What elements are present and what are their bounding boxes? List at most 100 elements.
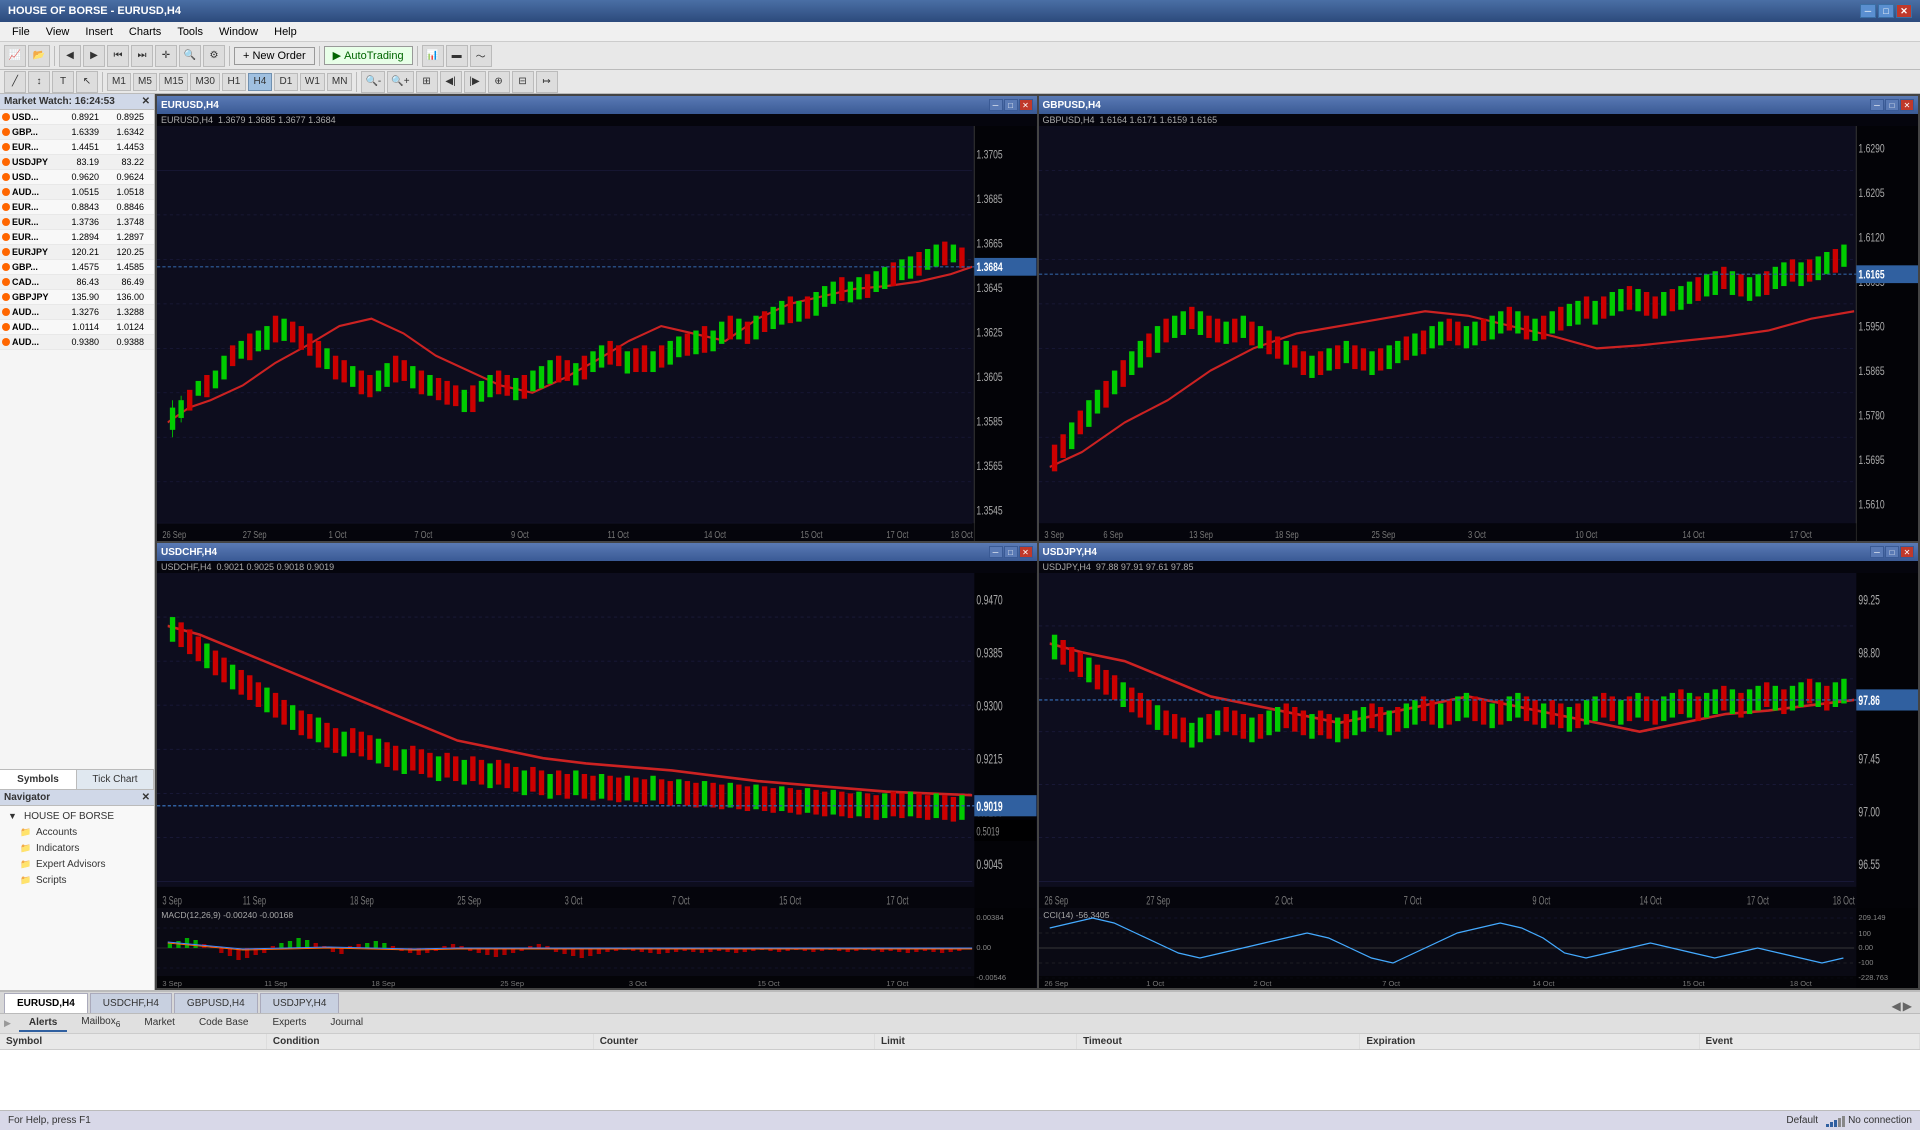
forward-button[interactable]: ▶ bbox=[83, 45, 105, 67]
chart-usdchf-body[interactable]: 0.9470 0.9385 0.9300 0.9215 0.9130 0.904… bbox=[157, 573, 1037, 988]
crosshair2-button[interactable]: ⊕ bbox=[488, 71, 510, 93]
navigator-close-icon[interactable]: ✕ bbox=[142, 792, 150, 803]
crosshair-button[interactable]: ✛ bbox=[155, 45, 177, 67]
nav-indicators[interactable]: 📁 Indicators bbox=[4, 840, 150, 856]
tabs-scroll-left[interactable]: ◀ bbox=[1892, 999, 1901, 1013]
market-watch-row[interactable]: CAD... 86.43 86.49 bbox=[0, 275, 154, 290]
chart-gbpusd-maximize[interactable]: □ bbox=[1885, 99, 1899, 111]
market-watch-row[interactable]: AUD... 1.0114 1.0124 bbox=[0, 320, 154, 335]
menu-insert[interactable]: Insert bbox=[77, 24, 121, 40]
chart-usdchf-maximize[interactable]: □ bbox=[1004, 546, 1018, 558]
chart-gbpusd-close[interactable]: ✕ bbox=[1900, 99, 1914, 111]
market-watch-row[interactable]: EUR... 1.2894 1.2897 bbox=[0, 230, 154, 245]
chart-eurusd-maximize[interactable]: □ bbox=[1004, 99, 1018, 111]
chart-gbpusd-body[interactable]: 1.6290 1.6205 1.6120 1.6035 1.5950 1.586… bbox=[1039, 126, 1919, 541]
scroll-left-button[interactable]: ⏮ bbox=[107, 45, 129, 67]
market-watch-row[interactable]: USD... 0.9620 0.9624 bbox=[0, 170, 154, 185]
zoom-in-button-2[interactable]: 🔍+ bbox=[387, 71, 413, 93]
cursor-tool-button[interactable]: ↖ bbox=[76, 71, 98, 93]
market-watch-row[interactable]: GBP... 1.6339 1.6342 bbox=[0, 125, 154, 140]
terminal-tab-mailbox[interactable]: Mailbox6 bbox=[71, 1014, 130, 1033]
nav-accounts[interactable]: 📁 Accounts bbox=[4, 824, 150, 840]
market-watch-row[interactable]: EUR... 0.8843 0.8846 bbox=[0, 200, 154, 215]
chart-usdchf-minimize[interactable]: ─ bbox=[989, 546, 1003, 558]
back-button[interactable]: ◀ bbox=[59, 45, 81, 67]
chart-shift-button[interactable]: ↦ bbox=[536, 71, 558, 93]
chart-bar-button[interactable]: ▬ bbox=[446, 45, 468, 67]
chart-type-button[interactable]: 📊 bbox=[422, 45, 444, 67]
indicators-button[interactable]: 〜 bbox=[470, 45, 492, 67]
autotrading-button[interactable]: ▶ AutoTrading bbox=[324, 46, 413, 65]
chart-tab-usdchf[interactable]: USDCHF,H4 bbox=[90, 993, 172, 1013]
tabs-scroll-right[interactable]: ▶ bbox=[1903, 999, 1912, 1013]
mw-tab-symbols[interactable]: Symbols bbox=[0, 770, 77, 789]
tf-h1[interactable]: H1 bbox=[222, 73, 246, 91]
terminal-tab-alerts[interactable]: Alerts bbox=[19, 1015, 67, 1032]
properties-button[interactable]: ⚙ bbox=[203, 45, 225, 67]
tf-h4[interactable]: H4 bbox=[248, 73, 272, 91]
market-watch-row[interactable]: GBP... 1.4575 1.4585 bbox=[0, 260, 154, 275]
tf-m30[interactable]: M30 bbox=[190, 73, 219, 91]
terminal-tab-journal[interactable]: Journal bbox=[320, 1015, 373, 1032]
chart-usdjpy-close[interactable]: ✕ bbox=[1900, 546, 1914, 558]
market-watch-close-icon[interactable]: ✕ bbox=[142, 96, 150, 107]
menu-file[interactable]: File bbox=[4, 24, 38, 40]
market-watch-row[interactable]: GBPJPY 135.90 136.00 bbox=[0, 290, 154, 305]
chart-eurusd-body[interactable]: 1.3705 1.3685 1.3665 1.3645 1.3625 1.360… bbox=[157, 126, 1037, 541]
nav-expert-advisors[interactable]: 📁 Expert Advisors bbox=[4, 856, 150, 872]
menu-tools[interactable]: Tools bbox=[169, 24, 211, 40]
terminal-tab-market[interactable]: Market bbox=[134, 1015, 185, 1032]
chart-usdjpy-maximize[interactable]: □ bbox=[1885, 546, 1899, 558]
text-tool-button[interactable]: T bbox=[52, 71, 74, 93]
menu-window[interactable]: Window bbox=[211, 24, 266, 40]
arrow-tool-button[interactable]: ↕ bbox=[28, 71, 50, 93]
scroll-right-button[interactable]: ⏭ bbox=[131, 45, 153, 67]
market-watch-row[interactable]: AUD... 1.0515 1.0518 bbox=[0, 185, 154, 200]
maximize-button[interactable]: □ bbox=[1878, 4, 1894, 18]
tf-mn[interactable]: MN bbox=[327, 73, 353, 91]
chart-tab-gbpusd[interactable]: GBPUSD,H4 bbox=[174, 993, 258, 1013]
minimize-button[interactable]: ─ bbox=[1860, 4, 1876, 18]
market-watch-row[interactable]: USDJPY 83.19 83.22 bbox=[0, 155, 154, 170]
tf-m5[interactable]: M5 bbox=[133, 73, 157, 91]
line-tool-button[interactable]: ╱ bbox=[4, 71, 26, 93]
tf-m15[interactable]: M15 bbox=[159, 73, 188, 91]
tf-m1[interactable]: M1 bbox=[107, 73, 131, 91]
zoom-in-button[interactable]: 🔍 bbox=[179, 45, 201, 67]
chart-usdjpy-body[interactable]: 99.25 98.80 98.35 97.45 97.00 96.55 97.8… bbox=[1039, 573, 1919, 988]
new-order-button[interactable]: + New Order bbox=[234, 47, 315, 65]
period-sep-button[interactable]: ⊟ bbox=[512, 71, 534, 93]
tf-d1[interactable]: D1 bbox=[274, 73, 298, 91]
menu-view[interactable]: View bbox=[38, 24, 78, 40]
market-watch-row[interactable]: AUD... 1.3276 1.3288 bbox=[0, 305, 154, 320]
chart-eurusd-minimize[interactable]: ─ bbox=[989, 99, 1003, 111]
market-watch-row[interactable]: USD... 0.8921 0.8925 bbox=[0, 110, 154, 125]
terminal-tab-codebase[interactable]: Code Base bbox=[189, 1015, 258, 1032]
market-watch-row[interactable]: EUR... 1.4451 1.4453 bbox=[0, 140, 154, 155]
nav-scripts[interactable]: 📁 Scripts bbox=[4, 872, 150, 888]
chart-gbpusd-minimize[interactable]: ─ bbox=[1870, 99, 1884, 111]
zoom-out-button[interactable]: 🔍- bbox=[361, 71, 385, 93]
tf-separator bbox=[102, 72, 103, 92]
chart-tab-eurusd[interactable]: EURUSD,H4 bbox=[4, 993, 88, 1013]
terminal-tab-experts[interactable]: Experts bbox=[262, 1015, 316, 1032]
menu-help[interactable]: Help bbox=[266, 24, 305, 40]
market-watch-row[interactable]: AUD... 0.9380 0.9388 bbox=[0, 335, 154, 350]
market-watch-row[interactable]: EUR... 1.3736 1.3748 bbox=[0, 215, 154, 230]
chart-usdjpy-minimize[interactable]: ─ bbox=[1870, 546, 1884, 558]
new-chart-button[interactable]: 📈 bbox=[4, 45, 26, 67]
chart-eurusd-close[interactable]: ✕ bbox=[1019, 99, 1033, 111]
shift-right-button[interactable]: |▶ bbox=[464, 71, 486, 93]
tf-w1[interactable]: W1 bbox=[300, 73, 325, 91]
fit-button[interactable]: ⊞ bbox=[416, 71, 438, 93]
svg-text:0.9045: 0.9045 bbox=[976, 857, 1002, 873]
mw-tab-tick[interactable]: Tick Chart bbox=[77, 770, 154, 789]
market-watch-row[interactable]: EURJPY 120.21 120.25 bbox=[0, 245, 154, 260]
shift-left-button[interactable]: ◀| bbox=[440, 71, 462, 93]
chart-tab-usdjpy[interactable]: USDJPY,H4 bbox=[260, 993, 340, 1013]
nav-root[interactable]: ▼ HOUSE OF BORSE bbox=[4, 808, 150, 824]
menu-charts[interactable]: Charts bbox=[121, 24, 169, 40]
close-button[interactable]: ✕ bbox=[1896, 4, 1912, 18]
open-button[interactable]: 📂 bbox=[28, 45, 50, 67]
chart-usdchf-close[interactable]: ✕ bbox=[1019, 546, 1033, 558]
